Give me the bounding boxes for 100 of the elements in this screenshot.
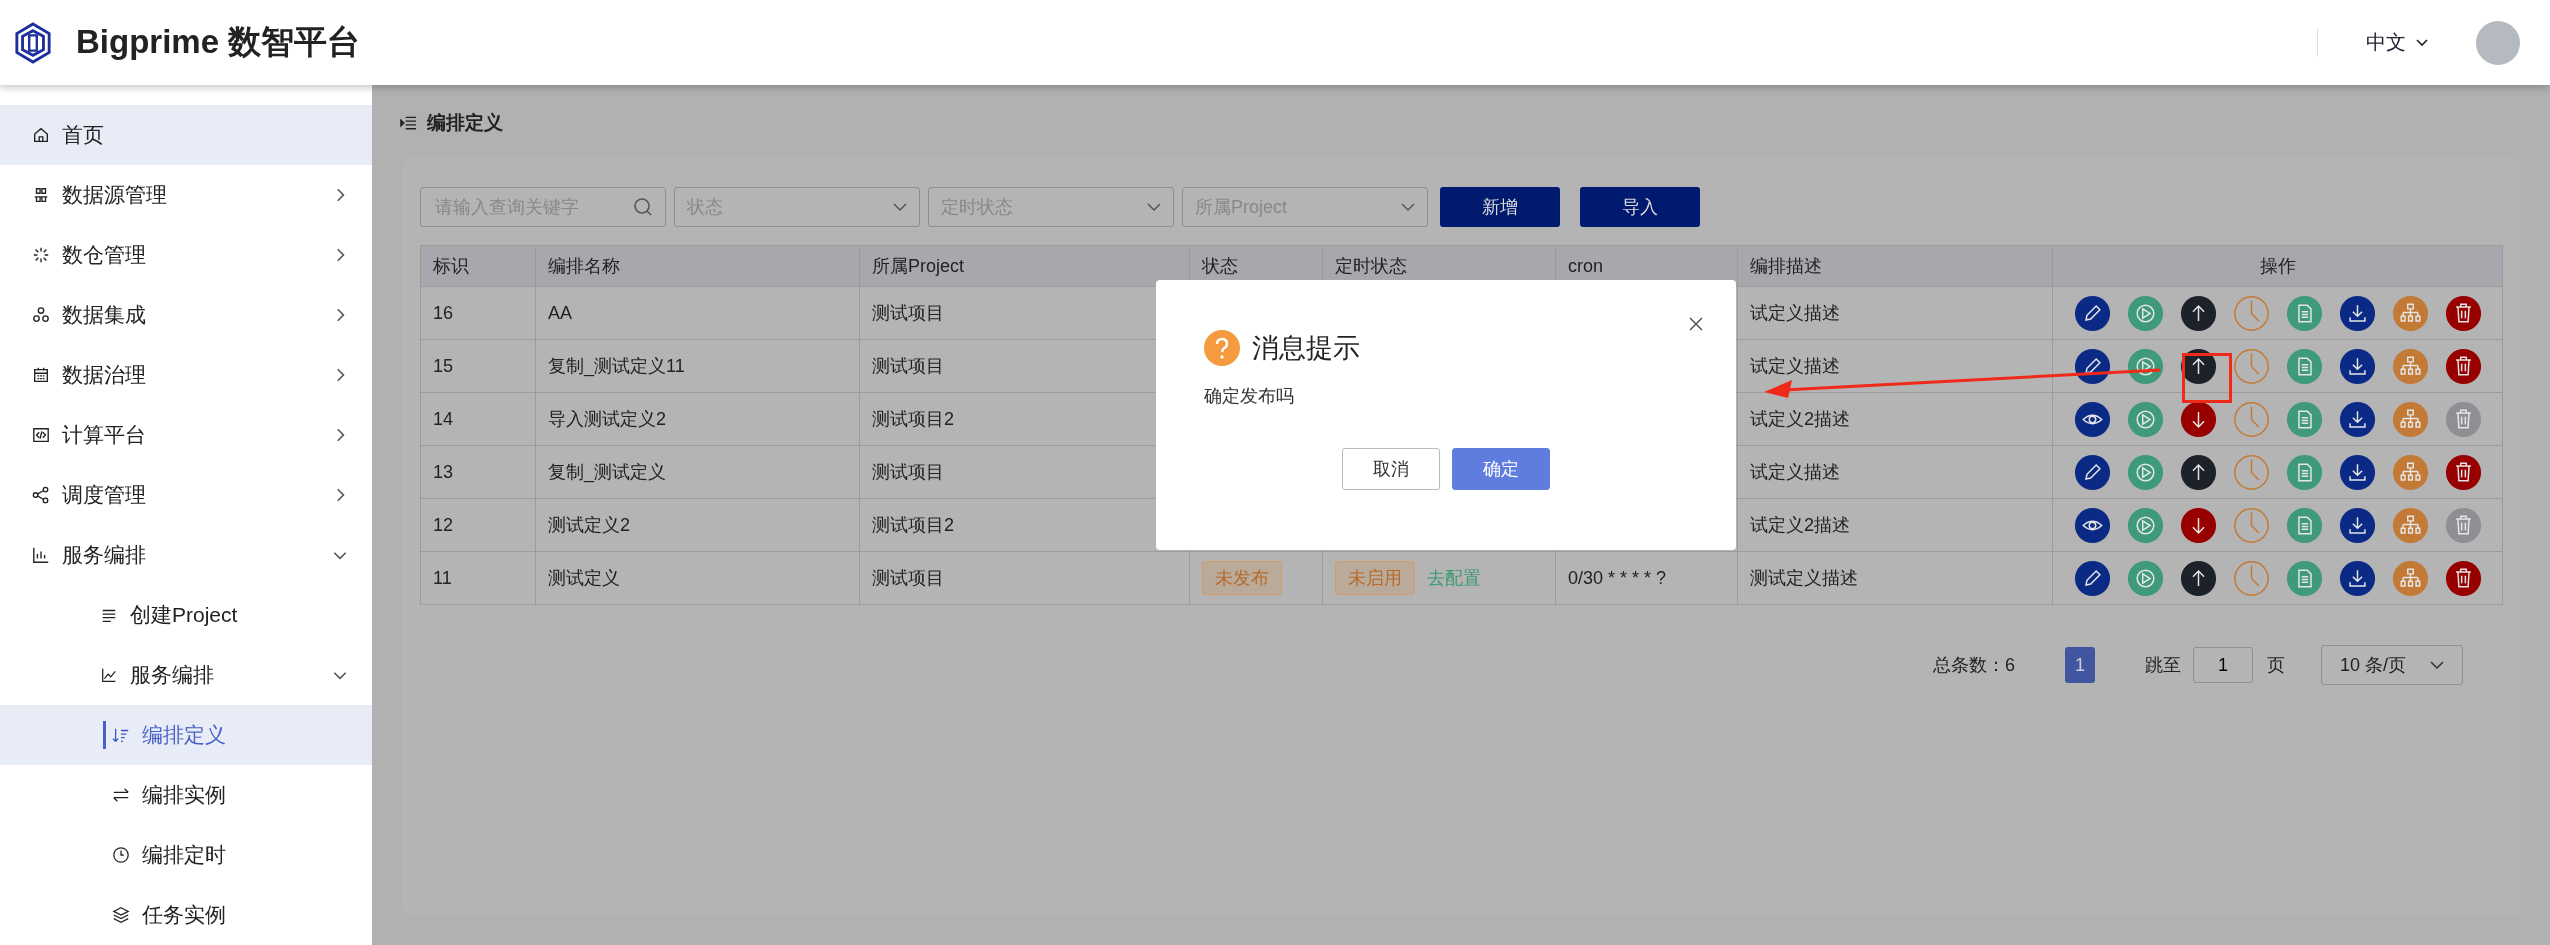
table-cell: 16 <box>420 286 536 340</box>
pencil-icon[interactable] <box>2073 294 2111 332</box>
clock-icon[interactable] <box>2232 559 2270 597</box>
table-cell: 测试项目 <box>859 551 1190 605</box>
triad-icon <box>32 306 50 324</box>
table-cell: 测试定义 <box>535 551 860 605</box>
sort-icon <box>112 726 130 744</box>
trash-icon[interactable] <box>2444 294 2482 332</box>
trash-icon[interactable] <box>2444 347 2482 385</box>
hierarchy-icon[interactable] <box>2391 559 2429 597</box>
bars-icon <box>32 546 50 564</box>
caret-icon <box>2430 660 2444 670</box>
home-icon <box>32 126 50 144</box>
download-icon[interactable] <box>2338 400 2376 438</box>
import-button[interactable]: 导入 <box>1580 187 1700 227</box>
page-input[interactable]: 1 <box>2192 647 2253 683</box>
document-icon[interactable] <box>2285 453 2323 491</box>
menu-item[interactable]: 编排定义 <box>0 705 372 765</box>
menu-item[interactable]: 编排实例 <box>0 765 372 825</box>
column-header: 编排描述 <box>1737 245 2053 287</box>
app-title: Bigprime 数智平台 <box>76 22 361 62</box>
code-icon <box>32 426 50 444</box>
menu-item[interactable]: 编排定时 <box>0 825 372 885</box>
trash-icon[interactable] <box>2444 453 2482 491</box>
table-cell: 14 <box>420 392 536 446</box>
play-icon[interactable] <box>2126 506 2164 544</box>
pencil-icon[interactable] <box>2073 347 2111 385</box>
share-icon <box>32 486 50 504</box>
status-tag: 未启用 <box>1335 561 1415 595</box>
table-cell: 导入测试定义2 <box>535 392 860 446</box>
table-cell: 试定义描述 <box>1737 445 2053 499</box>
page-title: 编排定义 <box>427 111 503 135</box>
table-cell: 试定义2描述 <box>1737 498 2053 552</box>
language-select[interactable]: 中文 <box>2366 29 2428 56</box>
play-icon[interactable] <box>2126 347 2164 385</box>
pencil-icon[interactable] <box>2073 453 2111 491</box>
page-button[interactable]: 1 <box>2064 647 2095 683</box>
hierarchy-icon[interactable] <box>2391 506 2429 544</box>
play-icon[interactable] <box>2126 400 2164 438</box>
column-header: 操作 <box>2052 245 2503 287</box>
dialog-title: 消息提示 <box>1252 332 1360 365</box>
document-icon[interactable] <box>2285 294 2323 332</box>
trash-icon[interactable] <box>2444 559 2482 597</box>
page-size-select[interactable]: 10 条/页 <box>2320 645 2463 685</box>
table-cell: 0/30 * * * * ? <box>1568 567 1667 588</box>
document-icon[interactable] <box>2285 506 2323 544</box>
menu-fold-icon[interactable] <box>400 116 417 130</box>
menu-item[interactable]: 首页 <box>0 105 372 165</box>
clock-icon[interactable] <box>2232 400 2270 438</box>
table-cell: 11 <box>420 551 536 605</box>
nodes-icon <box>32 186 50 204</box>
download-icon[interactable] <box>2338 559 2376 597</box>
menu-item[interactable]: 数据源管理 <box>0 165 372 225</box>
download-icon[interactable] <box>2338 294 2376 332</box>
play-icon[interactable] <box>2126 294 2164 332</box>
download-icon[interactable] <box>2338 506 2376 544</box>
page-unit: 页 <box>2266 654 2285 677</box>
eye-icon[interactable] <box>2073 400 2111 438</box>
total-count: 总条数：6 <box>1932 654 2015 677</box>
clock-icon <box>112 846 130 864</box>
highlight-frame <box>2182 353 2232 403</box>
pencil-icon[interactable] <box>2073 559 2111 597</box>
menu-item[interactable]: 计算平台 <box>0 405 372 465</box>
clock-icon[interactable] <box>2232 347 2270 385</box>
hierarchy-icon[interactable] <box>2391 347 2429 385</box>
column-header: 所属Project <box>859 245 1190 287</box>
table-cell: 12 <box>420 498 536 552</box>
table-cell: 测试定义2 <box>535 498 860 552</box>
clock-icon[interactable] <box>2232 294 2270 332</box>
menu-item[interactable]: 任务实例 <box>0 885 372 945</box>
clock-icon[interactable] <box>2232 506 2270 544</box>
calendar-icon <box>32 366 50 384</box>
menu-item[interactable]: 数仓管理 <box>0 225 372 285</box>
hierarchy-icon[interactable] <box>2391 453 2429 491</box>
menu-item[interactable]: 服务编排 <box>0 645 372 705</box>
hierarchy-icon[interactable] <box>2391 400 2429 438</box>
menu-item[interactable]: 数据治理 <box>0 345 372 405</box>
clock-icon[interactable] <box>2232 453 2270 491</box>
search-icon <box>633 197 653 217</box>
document-icon[interactable] <box>2285 347 2323 385</box>
dialog-message: 确定发布吗 <box>1204 385 1295 408</box>
menu-item[interactable]: 服务编排 <box>0 525 372 585</box>
avatar[interactable] <box>2476 20 2520 65</box>
close-icon[interactable] <box>1688 316 1704 332</box>
eye-icon[interactable] <box>2073 506 2111 544</box>
confirm-button[interactable]: 确定 <box>1452 448 1550 490</box>
cancel-button[interactable]: 取消 <box>1342 448 1440 490</box>
spark-icon <box>32 246 50 264</box>
play-icon[interactable] <box>2126 559 2164 597</box>
hierarchy-icon[interactable] <box>2391 294 2429 332</box>
menu-item[interactable]: 创建Project <box>0 585 372 645</box>
menu-item[interactable]: 数据集成 <box>0 285 372 345</box>
play-icon[interactable] <box>2126 453 2164 491</box>
download-icon[interactable] <box>2338 347 2376 385</box>
add-button[interactable]: 新增 <box>1440 187 1560 227</box>
document-icon[interactable] <box>2285 559 2323 597</box>
document-icon[interactable] <box>2285 400 2323 438</box>
download-icon[interactable] <box>2338 453 2376 491</box>
menu-item[interactable]: 调度管理 <box>0 465 372 525</box>
logo-icon <box>14 20 52 65</box>
